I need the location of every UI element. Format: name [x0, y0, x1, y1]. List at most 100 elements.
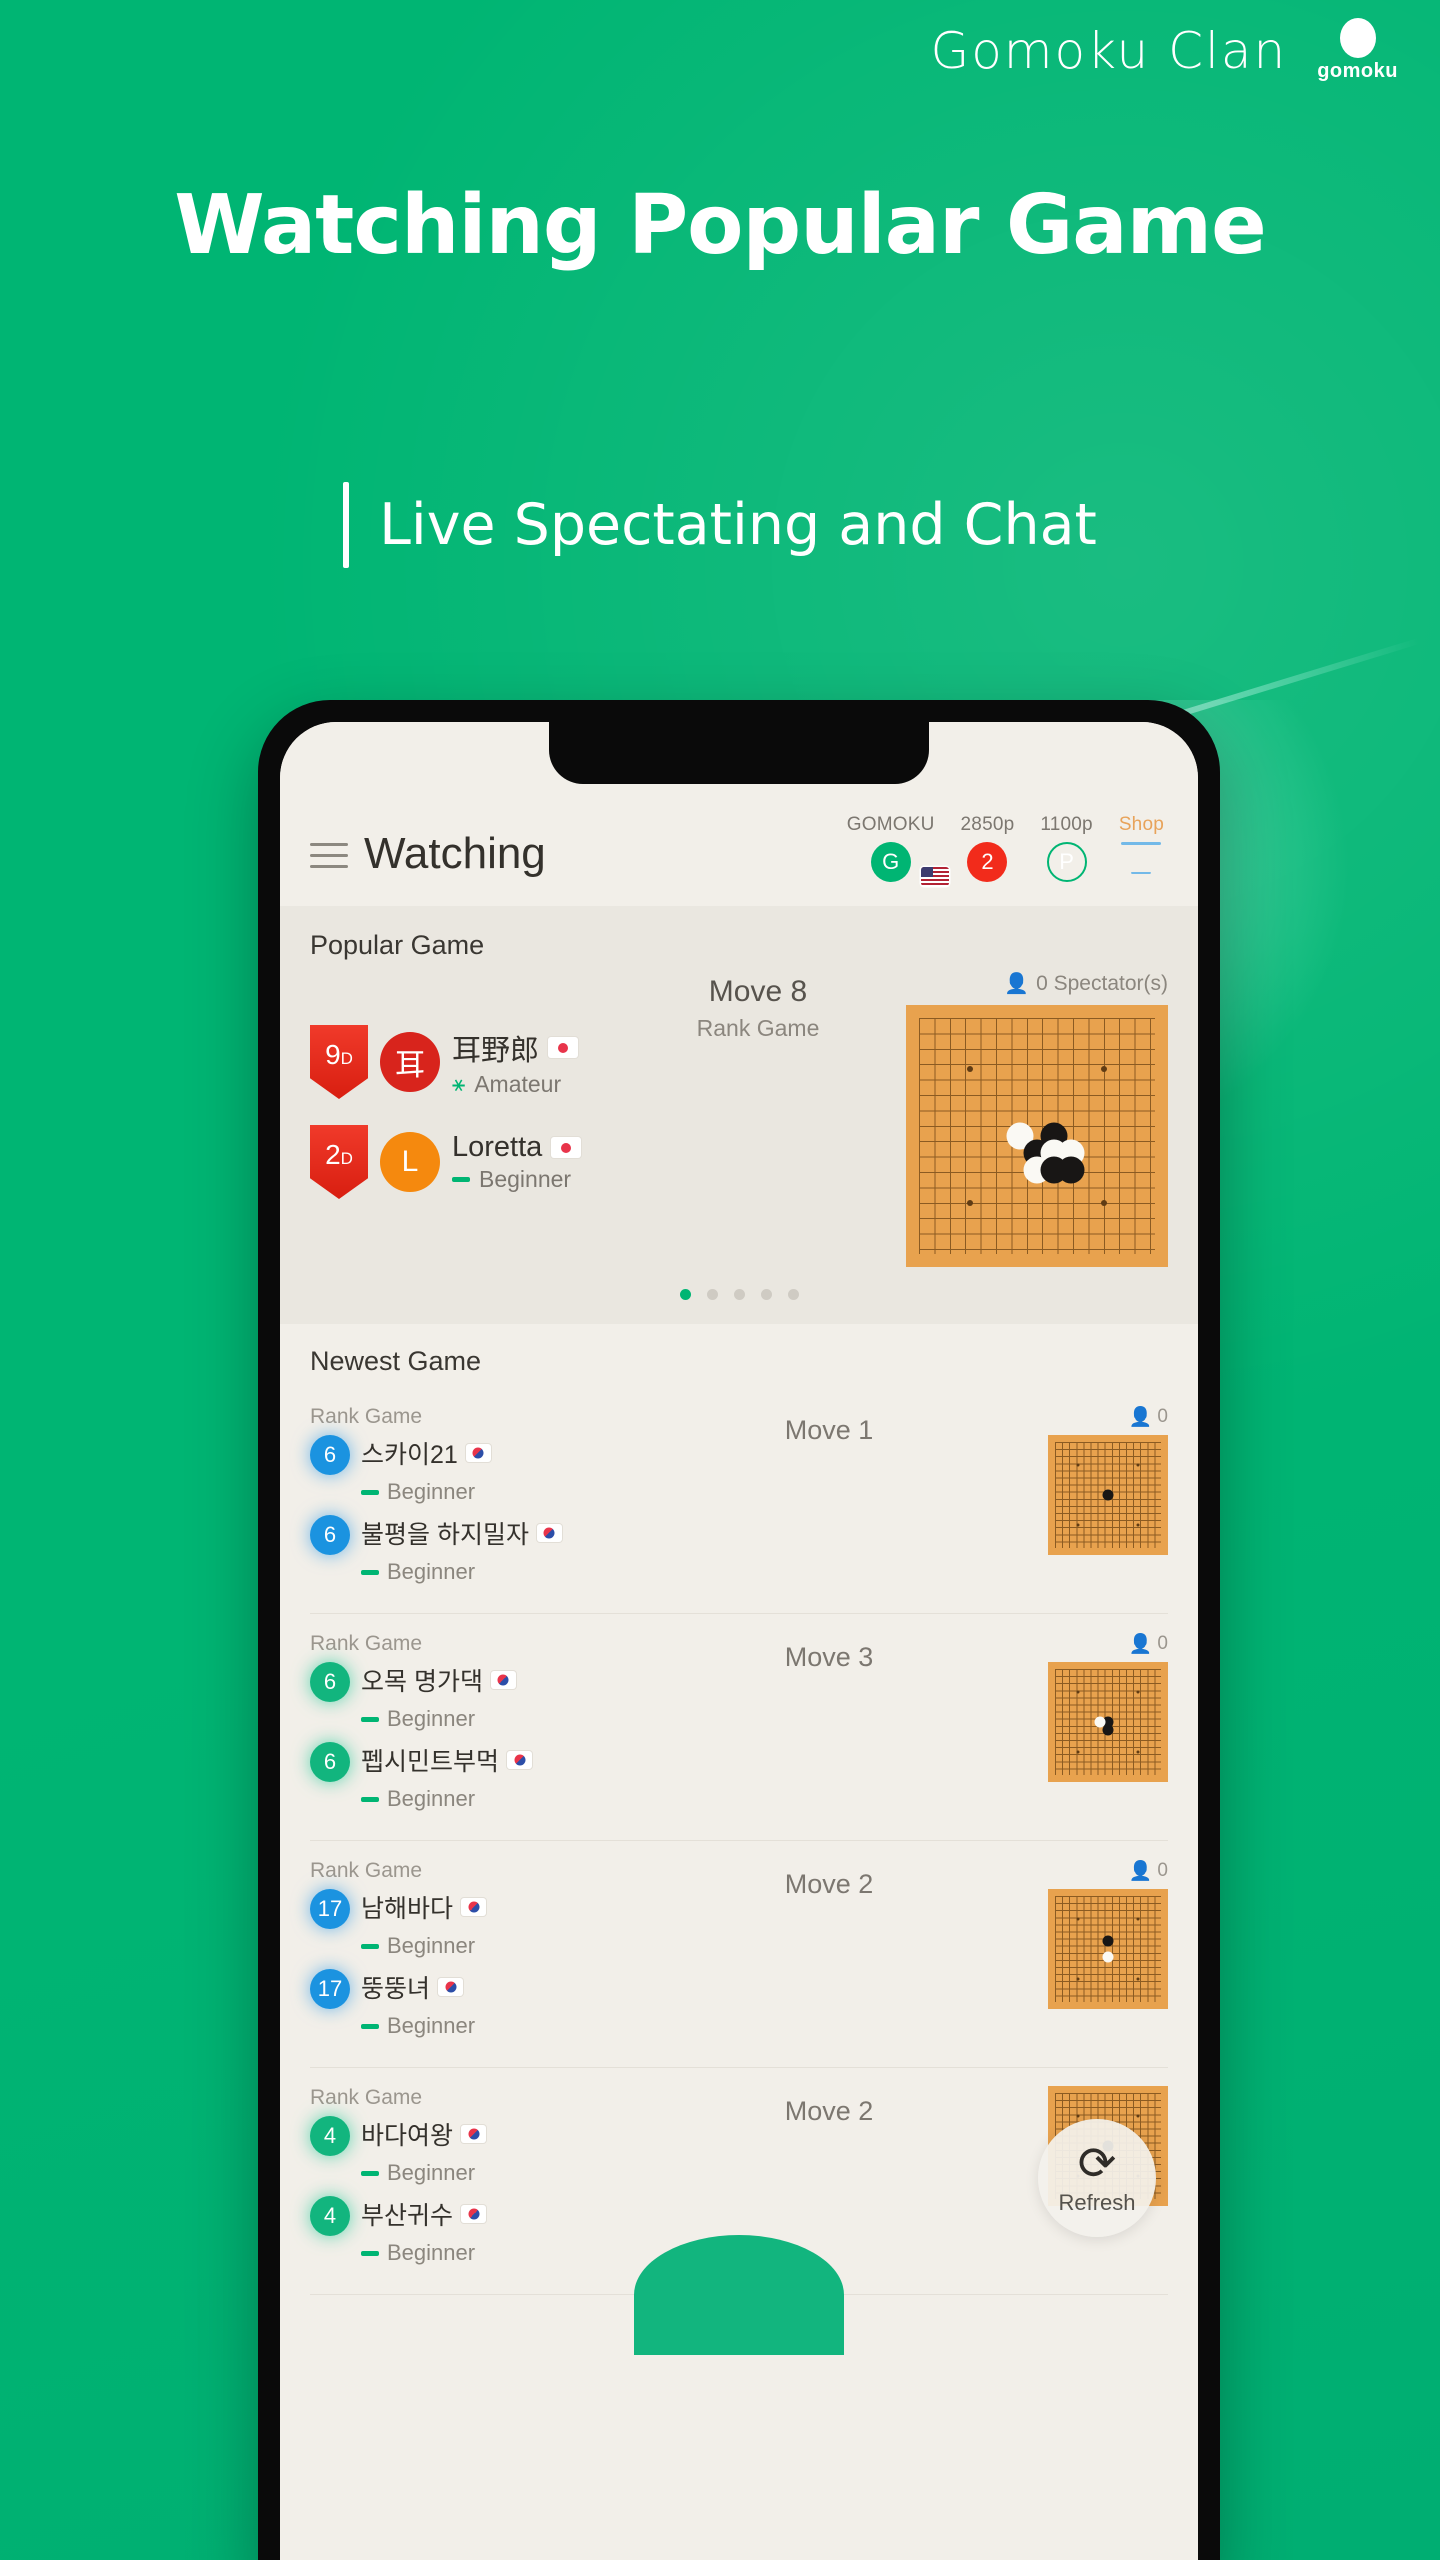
- page-subheadline: Live Spectating and Chat: [379, 492, 1097, 558]
- star-point: [1136, 1463, 1140, 1467]
- brand-title: Gomoku Clan: [930, 21, 1288, 80]
- star-point: [1076, 1523, 1080, 1527]
- dash-icon: [361, 1569, 379, 1575]
- game-list-row[interactable]: Rank Game 6 스카이21 Beginner 6 불평을 하지밀자 Beginner…: [310, 1387, 1168, 1614]
- spectator-count: 👤 0: [1129, 1859, 1168, 1883]
- black-stone: [1102, 1935, 1114, 1947]
- player-level-badge: 17: [310, 1889, 350, 1929]
- currency-gomoku[interactable]: GOMOKU G: [847, 814, 949, 886]
- refresh-label: Refresh: [1058, 2190, 1136, 2215]
- dash-icon: [361, 1943, 379, 1949]
- popular-gomoku-board[interactable]: [906, 1005, 1168, 1267]
- hamburger-icon[interactable]: [310, 843, 348, 868]
- star-point: [1136, 1750, 1140, 1754]
- game-kind: Rank Game: [310, 2086, 423, 2109]
- player-name: 스카이21: [361, 1441, 458, 1469]
- popular-game-meta: Move 8 Rank Game: [620, 971, 896, 1267]
- star-point: [1076, 2114, 1080, 2118]
- star-point: [966, 1200, 973, 1207]
- row-player: 4 부산귀수: [310, 2196, 610, 2236]
- person-icon: 👤: [1004, 973, 1030, 995]
- rank-shield-badge: 2D: [310, 1125, 368, 1199]
- newest-game-section: Newest Game Rank Game 6 스카이21 Beginner 6 불평을 …: [280, 1324, 1198, 2355]
- dash-icon: [361, 1716, 379, 1722]
- pager-dot[interactable]: [733, 1289, 745, 1300]
- player-name: 오목 명가댁: [361, 1668, 483, 1696]
- pager-dot[interactable]: [760, 1289, 772, 1300]
- row-player: 6 스카이21: [310, 1435, 610, 1475]
- phone-mockup: Watching GOMOKU G 2850p 2 1100p P Shop P…: [258, 700, 1220, 2560]
- kr-flag-icon: [461, 2125, 487, 2143]
- spectator-label: 0: [1157, 1860, 1168, 1881]
- pager-dot[interactable]: [679, 1289, 691, 1300]
- rank-value: 9: [325, 1039, 341, 1070]
- row-board-area: 👤 0: [1048, 1632, 1168, 1782]
- gomoku-board[interactable]: [1048, 1662, 1168, 1782]
- player-tier-row: Beginner: [361, 1559, 610, 1585]
- player-tier: Beginner: [387, 2013, 476, 2038]
- player-tier-row: Beginner: [361, 2240, 610, 2266]
- us-flag-icon: [920, 867, 949, 886]
- currency-p[interactable]: 1100p P: [1040, 814, 1093, 882]
- newest-section-title: Newest Game: [310, 1346, 482, 1376]
- dash-icon: [361, 2023, 379, 2029]
- currency-points[interactable]: 2850p 2: [961, 814, 1015, 882]
- popular-player-1: 9D 耳 耳野郎 ⚹ Amateur: [310, 1025, 610, 1099]
- white-stone: [1102, 1951, 1114, 1963]
- player-tier: Beginner: [387, 1933, 476, 1958]
- spectator-label: 0: [1157, 1633, 1168, 1654]
- star-point: [1136, 1917, 1140, 1921]
- player-tier: Beginner: [387, 1479, 476, 1504]
- player-name: 耳野郎: [452, 1034, 540, 1067]
- player-level-badge: 6: [310, 1435, 350, 1475]
- player-level-badge: 4: [310, 2116, 350, 2156]
- brand-row: Gomoku Clan gomoku: [930, 18, 1398, 83]
- shop-button[interactable]: Shop: [1119, 814, 1164, 874]
- player-tier-row: Beginner: [361, 1479, 610, 1505]
- rank-suffix: D: [340, 1049, 353, 1068]
- basket-icon: [1121, 842, 1162, 874]
- pager-dot[interactable]: [706, 1289, 718, 1300]
- carousel-pager[interactable]: [310, 1267, 1168, 1306]
- move-count: Move 8: [708, 975, 808, 1008]
- row-player: 6 펩시민트부먹: [310, 1742, 610, 1782]
- star-point: [1101, 1200, 1108, 1207]
- page-title: Watching: [364, 829, 546, 878]
- spectator-count: 👤 0: [1129, 1632, 1168, 1656]
- popular-board-area: 👤 0 Spectator(s): [906, 971, 1168, 1267]
- pager-dot[interactable]: [787, 1289, 799, 1300]
- player-tier-row: Beginner: [361, 2160, 610, 2186]
- spectator-label: 0 Spectator(s): [1036, 971, 1168, 995]
- game-list-row[interactable]: Rank Game 6 오목 명가댁 Beginner 6 펩시민트부먹 Beginner M…: [310, 1614, 1168, 1841]
- row-players: Rank Game 6 스카이21 Beginner 6 불평을 하지밀자 Beginner: [310, 1405, 610, 1595]
- game-kind: Rank Game: [310, 1632, 423, 1655]
- popular-game-card[interactable]: Popular Game 9D 耳 耳野郎 ⚹ Amateur 2D L Lor…: [280, 906, 1198, 1324]
- jp-flag-icon: [548, 1037, 579, 1058]
- bottom-fab-blob[interactable]: [634, 2235, 844, 2355]
- gomoku-board[interactable]: [1048, 1435, 1168, 1555]
- gomoku-logo: gomoku: [1317, 18, 1398, 83]
- kr-flag-icon: [490, 1671, 516, 1689]
- popular-player-2: 2D L Loretta Beginner: [310, 1125, 610, 1199]
- player-level-badge: 6: [310, 1515, 350, 1555]
- kr-flag-icon: [465, 1444, 491, 1462]
- player-tier-row: Beginner: [361, 1786, 610, 1812]
- row-players: Rank Game 17 남해바다 Beginner 17 뚱뚱녀 Beginner: [310, 1859, 610, 2049]
- star-point: [1136, 2114, 1140, 2118]
- player-tier: Beginner: [387, 1559, 476, 1584]
- board-grid: [1055, 1896, 1161, 2002]
- phone-notch: [549, 722, 929, 784]
- player-name: 펩시민트부먹: [361, 1748, 500, 1776]
- row-players: Rank Game 6 오목 명가댁 Beginner 6 펩시민트부먹 Beginner: [310, 1632, 610, 1822]
- avatar: 耳: [380, 1032, 440, 1092]
- player-level-badge: 4: [310, 2196, 350, 2236]
- dash-icon: [361, 2170, 379, 2176]
- refresh-button[interactable]: ⟳ Refresh: [1038, 2119, 1156, 2237]
- star-point: [1076, 1690, 1080, 1694]
- gomoku-board[interactable]: [1048, 1889, 1168, 2009]
- currency-row: GOMOKU G 2850p 2 1100p P Shop: [847, 814, 1168, 886]
- player-name: 바다여왕: [361, 2122, 454, 2150]
- star-point: [1136, 1523, 1140, 1527]
- game-list-row[interactable]: Rank Game 17 남해바다 Beginner 17 뚱뚱녀 Beginner Move…: [310, 1841, 1168, 2068]
- person-icon: ⚹: [452, 1071, 466, 1096]
